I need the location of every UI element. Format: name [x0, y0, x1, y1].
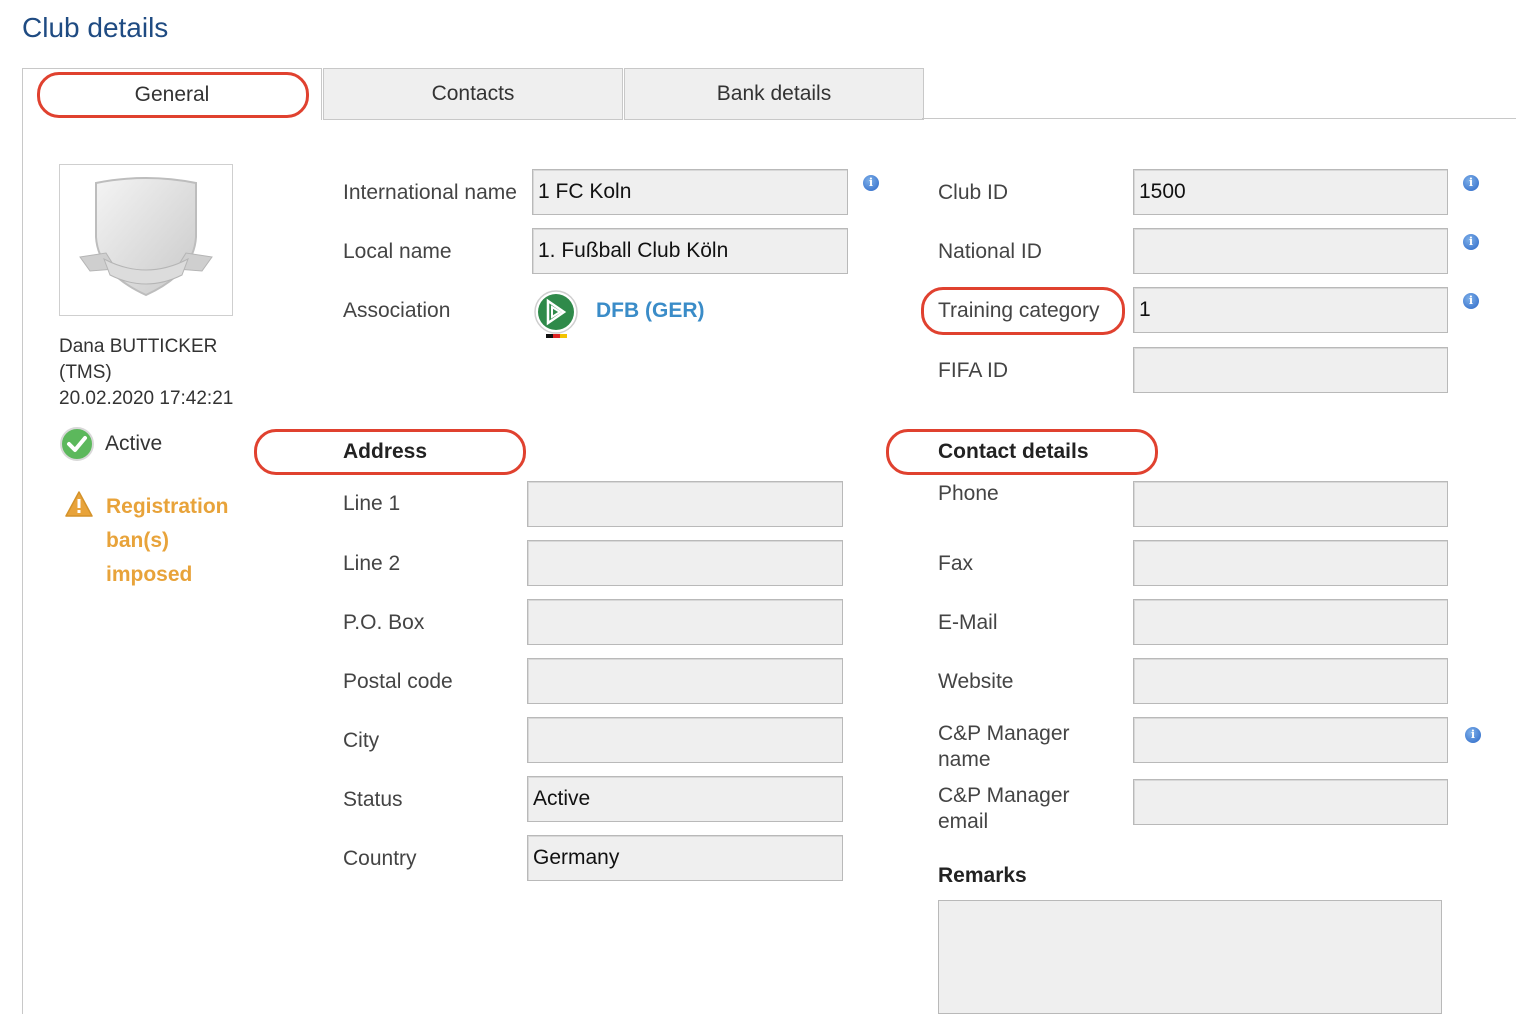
address-line1-label: Line 1: [343, 492, 401, 515]
website-field[interactable]: [1133, 658, 1448, 704]
national-id-label: National ID: [938, 240, 1042, 263]
city-label: City: [343, 729, 380, 752]
info-icon[interactable]: i: [1463, 293, 1479, 309]
club-id-label: Club ID: [938, 181, 1009, 204]
national-id-field[interactable]: [1133, 228, 1448, 274]
website-label: Website: [938, 670, 1014, 693]
international-name-field[interactable]: 1 FC Koln: [532, 169, 848, 215]
cp-manager-email-label: C&P Manager email: [938, 784, 1070, 833]
dfb-logo: [534, 290, 578, 338]
warning-triangle-icon: [65, 491, 93, 517]
user-name: Dana BUTTICKER: [59, 336, 218, 357]
association-link[interactable]: DFB (GER): [596, 299, 705, 323]
club-crest: [59, 164, 233, 316]
po-box-field[interactable]: [527, 599, 843, 645]
remarks-textarea[interactable]: [938, 900, 1442, 1014]
local-name-label: Local name: [343, 240, 452, 263]
info-icon[interactable]: i: [863, 175, 879, 191]
address-line2-field[interactable]: [527, 540, 843, 586]
fifa-id-field[interactable]: [1133, 347, 1448, 393]
tab-contacts[interactable]: Contacts: [323, 68, 623, 120]
international-name-label: International name: [343, 181, 517, 204]
postal-code-label: Postal code: [343, 670, 453, 693]
tab-bar-divider: [922, 118, 1516, 119]
cp-manager-name-label: C&P Manager name: [938, 722, 1070, 771]
info-icon[interactable]: i: [1463, 175, 1479, 191]
training-category-label: Training category: [938, 299, 1100, 322]
country-label: Country: [343, 847, 417, 870]
status-field[interactable]: Active: [527, 776, 843, 822]
local-name-field[interactable]: 1. Fußball Club Köln: [532, 228, 848, 274]
status-label: Status: [343, 788, 403, 811]
page-title: Club details: [22, 12, 169, 43]
registration-ban-warning: Registration ban(s) imposed: [64, 490, 246, 592]
club-status: Active: [59, 426, 162, 462]
email-field[interactable]: [1133, 599, 1448, 645]
club-crest-placeholder: [79, 177, 213, 297]
postal-code-field[interactable]: [527, 658, 843, 704]
tab-general[interactable]: General: [22, 68, 322, 120]
last-modified-info: Dana BUTTICKER (TMS) 20.02.2020 17:42:21: [59, 334, 233, 412]
info-icon[interactable]: i: [1465, 727, 1481, 743]
cp-manager-email-field[interactable]: [1133, 779, 1448, 825]
address-heading: Address: [343, 440, 428, 463]
address-line1-field[interactable]: [527, 481, 843, 527]
fifa-id-label: FIFA ID: [938, 359, 1009, 382]
cp-manager-name-field[interactable]: [1133, 717, 1448, 763]
info-icon[interactable]: i: [1463, 234, 1479, 250]
club-id-field[interactable]: 1500: [1133, 169, 1448, 215]
po-box-label: P.O. Box: [343, 611, 425, 634]
fax-label: Fax: [938, 552, 974, 575]
training-category-field[interactable]: 1: [1133, 287, 1448, 333]
remarks-heading: Remarks: [938, 864, 1027, 887]
association-label: Association: [343, 299, 451, 322]
user-system: (TMS): [59, 362, 112, 383]
check-circle-icon: [60, 427, 94, 461]
status-label: Active: [105, 432, 163, 455]
warning-text: Registration ban(s) imposed: [106, 495, 229, 586]
timestamp: 20.02.2020 17:42:21: [59, 388, 234, 409]
city-field[interactable]: [527, 717, 843, 763]
address-line2-label: Line 2: [343, 552, 401, 575]
tab-bank-details[interactable]: Bank details: [624, 68, 924, 120]
fax-field[interactable]: [1133, 540, 1448, 586]
country-field[interactable]: Germany: [527, 835, 843, 881]
phone-field[interactable]: [1133, 481, 1448, 527]
phone-label: Phone: [938, 482, 999, 505]
contact-details-heading: Contact details: [938, 440, 1089, 463]
content-border: [22, 120, 23, 1014]
email-label: E-Mail: [938, 611, 998, 634]
